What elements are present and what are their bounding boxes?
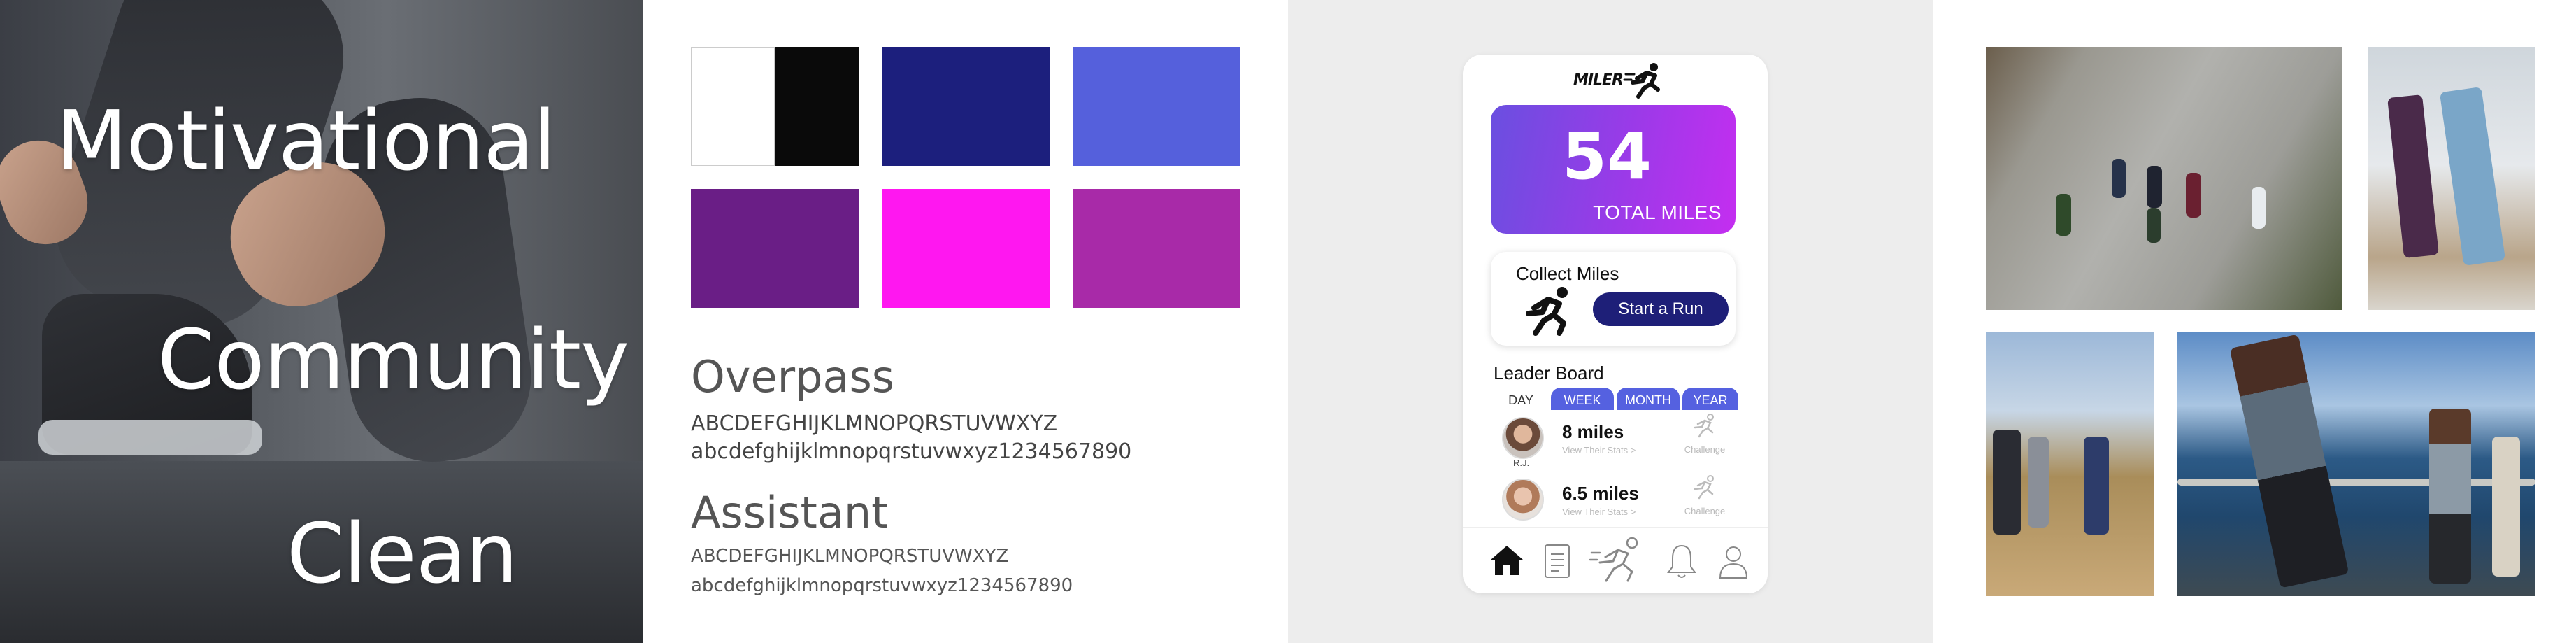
total-miles-label: TOTAL MILES [1593, 202, 1722, 223]
view-stats-link[interactable]: View Their Stats > [1562, 445, 1636, 455]
profile-icon[interactable] [1717, 543, 1749, 579]
runner-figure [2492, 437, 2520, 577]
shoe-sole [38, 420, 262, 455]
style-guide-panel: Overpass ABCDEFGHIJKLMNOPQRSTUVWXYZ abcd… [643, 0, 1288, 643]
overpass-lowercase: abcdefghijklmnopqrstuvwxyz1234567890 [691, 439, 1132, 464]
phone-screen: MILER 54 TOTAL MILES Collect Miles Start… [1463, 55, 1768, 593]
font-name-assistant: Assistant [691, 487, 889, 538]
overpass-uppercase: ABCDEFGHIJKLMNOPQRSTUVWXYZ [691, 411, 1058, 436]
runner-figure [2429, 409, 2471, 584]
logo-text: MILER [1573, 71, 1624, 89]
runner-figure [1993, 430, 2021, 535]
total-miles-card: 54 TOTAL MILES [1491, 105, 1736, 234]
coastal-runner-photo [2177, 332, 2535, 596]
challenge-button[interactable]: Challenge [1682, 413, 1727, 455]
tab-year[interactable]: YEAR [1682, 388, 1738, 411]
runner-figure [2112, 159, 2126, 198]
runner-icon [1526, 287, 1568, 336]
leaderboard-title: Leader Board [1494, 362, 1604, 383]
bell-icon[interactable] [1666, 543, 1698, 579]
miler-logo: MILER [1573, 60, 1668, 99]
challenge-runner-icon [1694, 414, 1714, 438]
swatch-magenta [882, 189, 1050, 308]
assistant-lowercase: abcdefghijklmnopqrstuvwxyz1234567890 [691, 575, 1073, 596]
runner-figure [2147, 208, 2161, 243]
runner-figure [2387, 94, 2439, 258]
assistant-uppercase: ABCDEFGHIJKLMNOPQRSTUVWXYZ [691, 546, 1009, 567]
start-run-button[interactable]: Start a Run [1593, 292, 1729, 326]
swatch-black [775, 47, 859, 166]
swatch-periwinkle [1073, 47, 1240, 166]
total-miles-value: 54 [1561, 119, 1652, 194]
row-miles: 6.5 miles [1562, 483, 1639, 504]
swatch-violet [1073, 189, 1240, 308]
collect-miles-card: Collect Miles Start a Run [1491, 252, 1736, 346]
swatch-purple [691, 189, 859, 308]
challenge-runner-icon [1694, 475, 1714, 500]
challenge-label: Challenge [1684, 444, 1726, 455]
runner-figure [2028, 437, 2049, 528]
runner-figure [2084, 437, 2109, 535]
row-miles: 8 miles [1562, 421, 1624, 442]
view-stats-link[interactable]: View Their Stats > [1562, 507, 1636, 517]
tab-month[interactable]: MONTH [1617, 388, 1680, 411]
word-clean: Clean [287, 505, 518, 602]
challenge-button[interactable]: Challenge [1682, 474, 1727, 516]
group-run-aerial-photo [1986, 47, 2342, 310]
leaderboard-tabs: DAY WEEK MONTH YEAR [1494, 388, 1738, 411]
runner-figure [2186, 173, 2201, 218]
leaderboard-row[interactable]: R.J. 8 miles View Their Stats > Challeng… [1494, 413, 1738, 476]
avatar [1502, 479, 1544, 521]
runner-logo-icon [1623, 63, 1661, 99]
two-runners-photo [2368, 47, 2535, 310]
runner-figure [2439, 87, 2506, 266]
motivation-photo-panel: Motivational Community Clean [0, 0, 643, 643]
tab-day[interactable]: DAY [1494, 388, 1548, 411]
avatar [1502, 417, 1544, 459]
trail-runners-photo [1986, 332, 2154, 596]
word-motivational: Motivational [56, 92, 556, 189]
runner-figure [2229, 334, 2349, 588]
challenge-label: Challenge [1684, 506, 1726, 516]
row-initials: R.J. [1513, 458, 1530, 468]
app-mockup-panel: MILER 54 TOTAL MILES Collect Miles Start… [1288, 0, 1933, 643]
runner-figure [2252, 187, 2266, 229]
home-icon[interactable] [1488, 543, 1526, 578]
tab-week[interactable]: WEEK [1551, 388, 1614, 411]
word-community: Community [157, 311, 629, 408]
font-name-overpass: Overpass [691, 351, 895, 402]
swatch-white [691, 47, 775, 166]
swatch-navy [882, 47, 1050, 166]
runner-figure [2056, 194, 2071, 236]
photo-collage-panel [1933, 0, 2576, 643]
bottom-nav [1463, 527, 1768, 593]
railing [2177, 479, 2535, 486]
run-icon[interactable] [1589, 535, 1647, 585]
runner-figure [2147, 166, 2162, 208]
log-icon[interactable] [1541, 543, 1573, 579]
collect-miles-title: Collect Miles [1516, 263, 1619, 284]
